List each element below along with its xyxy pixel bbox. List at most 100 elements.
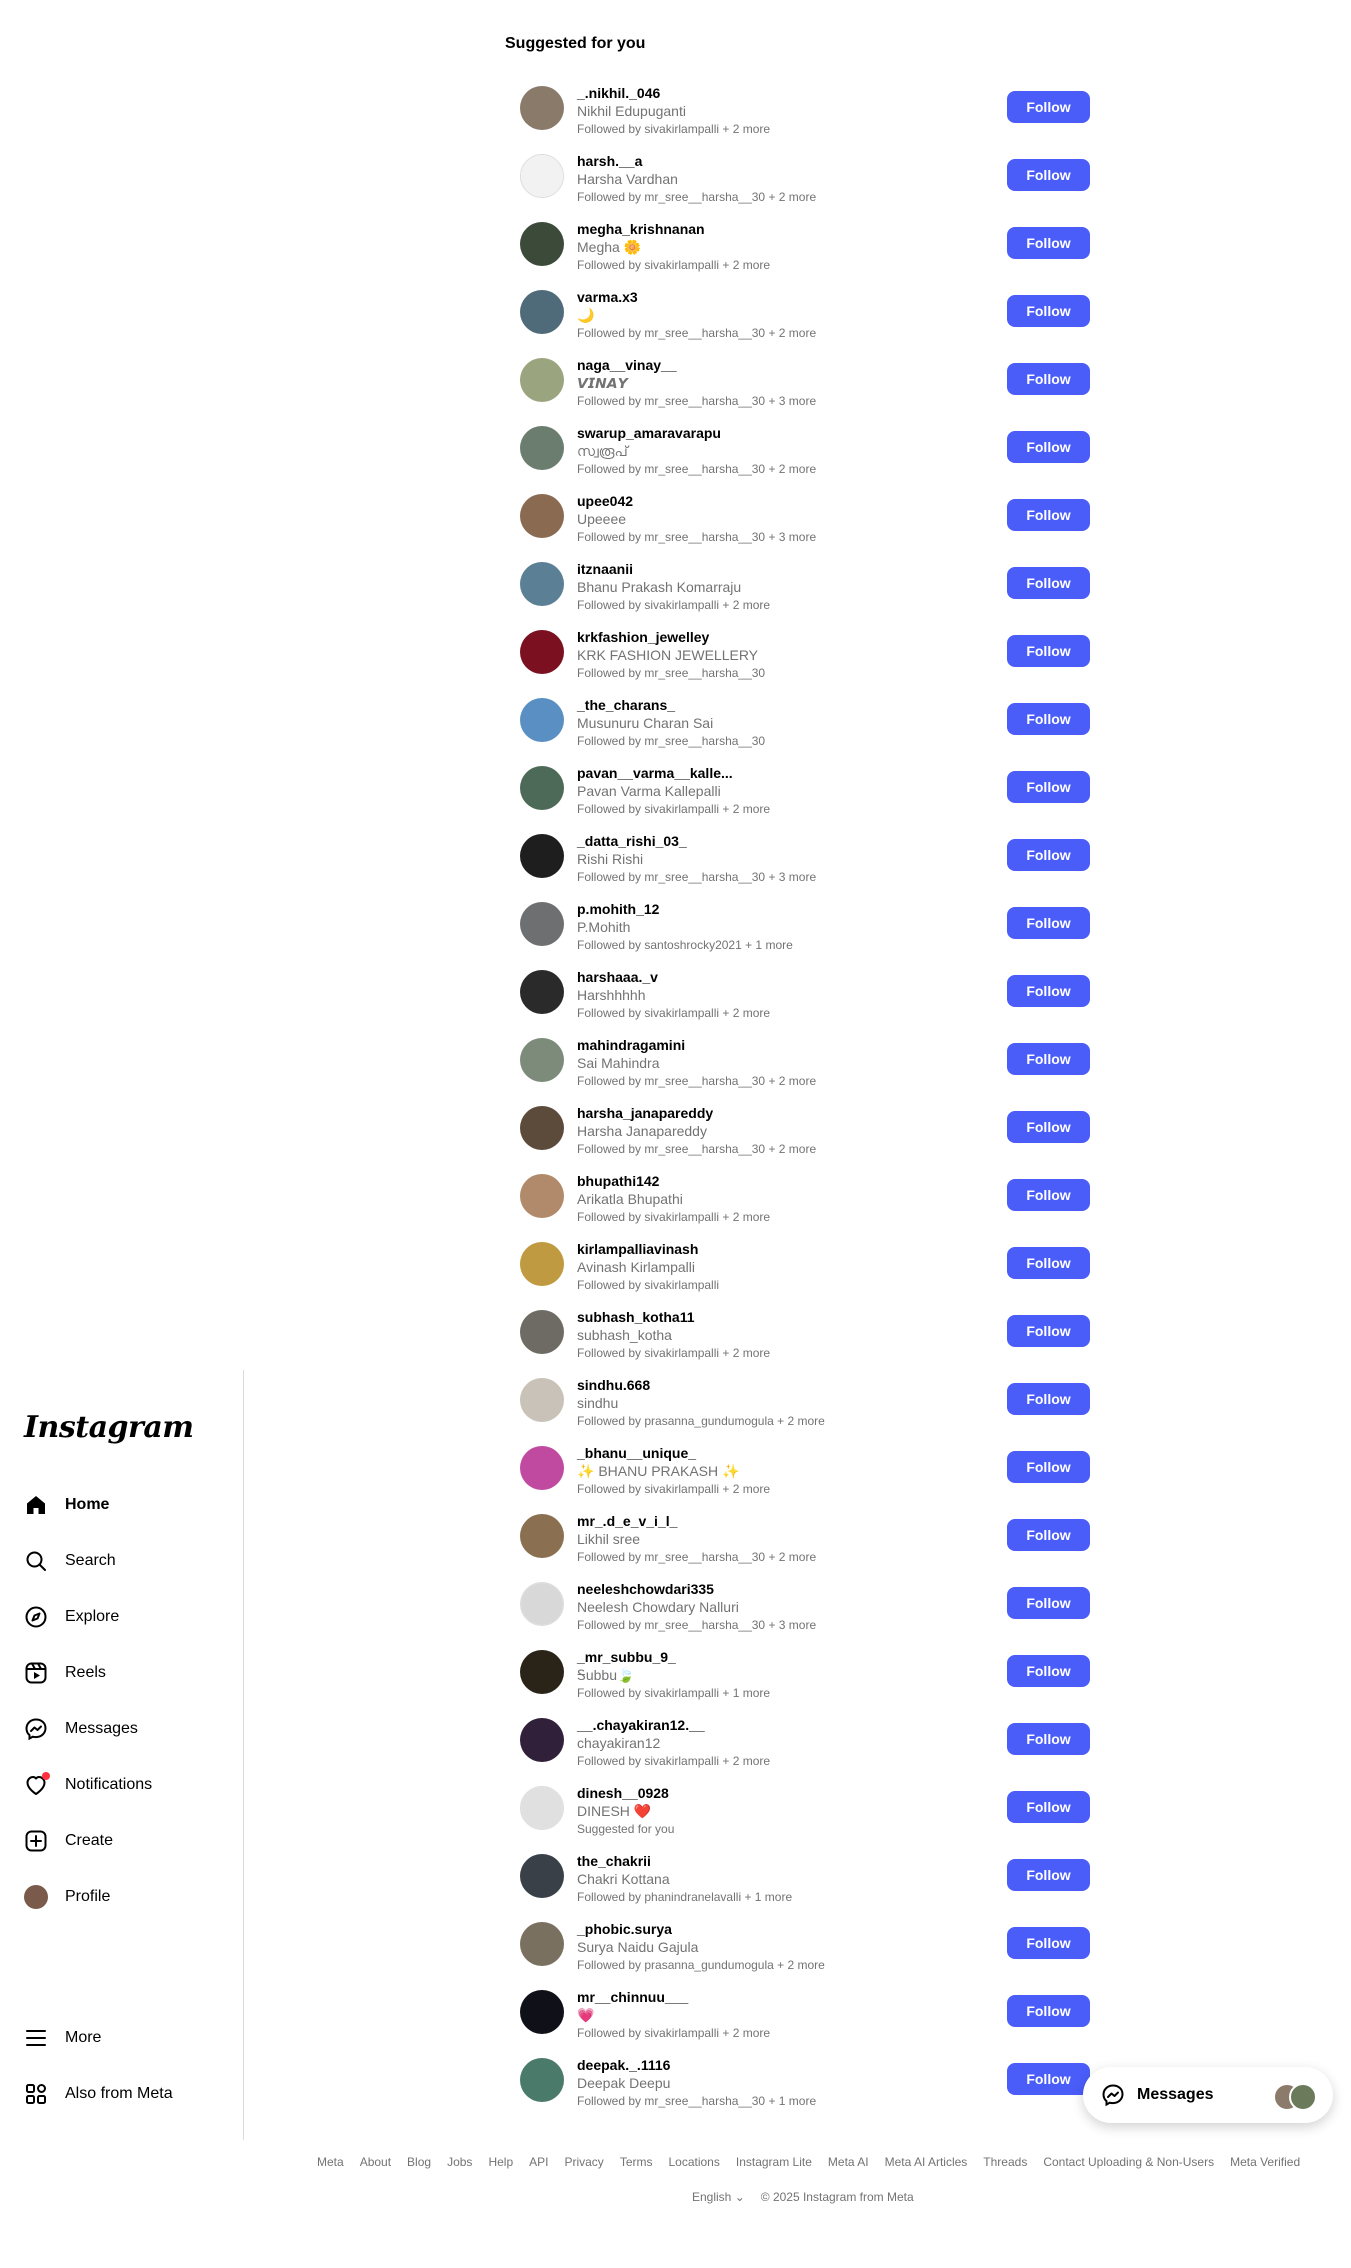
avatar[interactable] <box>520 1922 564 1966</box>
avatar[interactable] <box>520 1650 564 1694</box>
avatar[interactable] <box>520 1106 564 1150</box>
nav-more[interactable]: More <box>0 2010 243 2066</box>
username[interactable]: itznaanii <box>577 561 633 577</box>
nav-also-from-meta[interactable]: Also from Meta <box>0 2066 243 2122</box>
avatar[interactable] <box>520 154 564 198</box>
avatar[interactable] <box>520 766 564 810</box>
username[interactable]: mahindragamini <box>577 1037 685 1053</box>
follow-button[interactable]: Follow <box>1007 1383 1090 1415</box>
nav-create[interactable]: Create <box>0 1813 243 1869</box>
username[interactable]: krkfashion_jewelley <box>577 629 709 645</box>
nav-search[interactable]: Search <box>0 1533 243 1589</box>
avatar[interactable] <box>520 290 564 334</box>
follow-button[interactable]: Follow <box>1007 1995 1090 2027</box>
username[interactable]: sindhu.668 <box>577 1377 650 1393</box>
username[interactable]: pavan__varma__kalle... <box>577 765 733 781</box>
nav-home[interactable]: Home <box>0 1477 243 1533</box>
follow-button[interactable]: Follow <box>1007 635 1090 667</box>
avatar[interactable] <box>520 358 564 402</box>
username[interactable]: _phobic.surya <box>577 1921 672 1937</box>
footer-link[interactable]: Jobs <box>447 2155 472 2169</box>
username[interactable]: swarup_amaravarapu <box>577 425 721 441</box>
avatar[interactable] <box>520 2058 564 2102</box>
avatar[interactable] <box>520 1514 564 1558</box>
follow-button[interactable]: Follow <box>1007 771 1090 803</box>
footer-link[interactable]: Meta Verified <box>1230 2155 1300 2169</box>
username[interactable]: upee042 <box>577 493 633 509</box>
footer-link[interactable]: Threads <box>983 2155 1027 2169</box>
avatar[interactable] <box>520 698 564 742</box>
nav-reels[interactable]: Reels <box>0 1645 243 1701</box>
username[interactable]: _mr_subbu_9_ <box>577 1649 676 1665</box>
follow-button[interactable]: Follow <box>1007 975 1090 1007</box>
follow-button[interactable]: Follow <box>1007 1111 1090 1143</box>
nav-notifications[interactable]: Notifications <box>0 1757 243 1813</box>
avatar[interactable] <box>520 902 564 946</box>
follow-button[interactable]: Follow <box>1007 1655 1090 1687</box>
nav-explore[interactable]: Explore <box>0 1589 243 1645</box>
follow-button[interactable]: Follow <box>1007 1179 1090 1211</box>
avatar[interactable] <box>520 834 564 878</box>
follow-button[interactable]: Follow <box>1007 703 1090 735</box>
username[interactable]: _.nikhil._046 <box>577 85 660 101</box>
avatar[interactable] <box>520 1786 564 1830</box>
username[interactable]: dinesh__0928 <box>577 1785 669 1801</box>
avatar[interactable] <box>520 1446 564 1490</box>
avatar[interactable] <box>520 494 564 538</box>
avatar[interactable] <box>520 1310 564 1354</box>
username[interactable]: _datta_rishi_03_ <box>577 833 687 849</box>
follow-button[interactable]: Follow <box>1007 1043 1090 1075</box>
username[interactable]: deepak._.1116 <box>577 2057 670 2073</box>
username[interactable]: neeleshchowdari335 <box>577 1581 714 1597</box>
username[interactable]: mr_.d_e_v_i_l_ <box>577 1513 677 1529</box>
footer-link[interactable]: Contact Uploading & Non-Users <box>1043 2155 1214 2169</box>
username[interactable]: kirlampalliavinash <box>577 1241 698 1257</box>
username[interactable]: mr__chinnuu___ <box>577 1989 688 2005</box>
avatar[interactable] <box>520 1718 564 1762</box>
footer-link[interactable]: Help <box>488 2155 513 2169</box>
nav-profile[interactable]: Profile <box>0 1869 243 1925</box>
follow-button[interactable]: Follow <box>1007 1859 1090 1891</box>
username[interactable]: __.chayakiran12.__ <box>577 1717 705 1733</box>
footer-link[interactable]: Meta <box>317 2155 344 2169</box>
avatar[interactable] <box>520 1242 564 1286</box>
follow-button[interactable]: Follow <box>1007 295 1090 327</box>
footer-link[interactable]: Terms <box>620 2155 653 2169</box>
follow-button[interactable]: Follow <box>1007 499 1090 531</box>
avatar[interactable] <box>520 562 564 606</box>
avatar[interactable] <box>520 86 564 130</box>
instagram-logo[interactable]: Instagram <box>24 1410 194 1445</box>
follow-button[interactable]: Follow <box>1007 907 1090 939</box>
footer-link[interactable]: Blog <box>407 2155 431 2169</box>
username[interactable]: the_chakrii <box>577 1853 651 1869</box>
follow-button[interactable]: Follow <box>1007 1791 1090 1823</box>
follow-button[interactable]: Follow <box>1007 227 1090 259</box>
username[interactable]: harsh.__a <box>577 153 642 169</box>
follow-button[interactable]: Follow <box>1007 1723 1090 1755</box>
avatar[interactable] <box>520 1854 564 1898</box>
follow-button[interactable]: Follow <box>1007 1315 1090 1347</box>
follow-button[interactable]: Follow <box>1007 431 1090 463</box>
follow-button[interactable]: Follow <box>1007 839 1090 871</box>
username[interactable]: subhash_kotha11 <box>577 1309 695 1325</box>
follow-button[interactable]: Follow <box>1007 1247 1090 1279</box>
avatar[interactable] <box>520 1582 564 1626</box>
follow-button[interactable]: Follow <box>1007 1587 1090 1619</box>
avatar[interactable] <box>520 222 564 266</box>
language-selector[interactable]: English ⌄ <box>692 2190 745 2204</box>
username[interactable]: megha_krishnanan <box>577 221 705 237</box>
avatar[interactable] <box>520 1174 564 1218</box>
messages-pill[interactable]: Messages <box>1083 2067 1333 2123</box>
username[interactable]: naga__vinay__ <box>577 357 677 373</box>
username[interactable]: _bhanu__unique_ <box>577 1445 696 1461</box>
follow-button[interactable]: Follow <box>1007 159 1090 191</box>
username[interactable]: _the_charans_ <box>577 697 675 713</box>
avatar[interactable] <box>520 1038 564 1082</box>
footer-link[interactable]: Privacy <box>564 2155 603 2169</box>
follow-button[interactable]: Follow <box>1007 363 1090 395</box>
username[interactable]: bhupathi142 <box>577 1173 659 1189</box>
avatar[interactable] <box>520 426 564 470</box>
footer-link[interactable]: Instagram Lite <box>736 2155 812 2169</box>
avatar[interactable] <box>520 1990 564 2034</box>
footer-link[interactable]: Locations <box>668 2155 719 2169</box>
